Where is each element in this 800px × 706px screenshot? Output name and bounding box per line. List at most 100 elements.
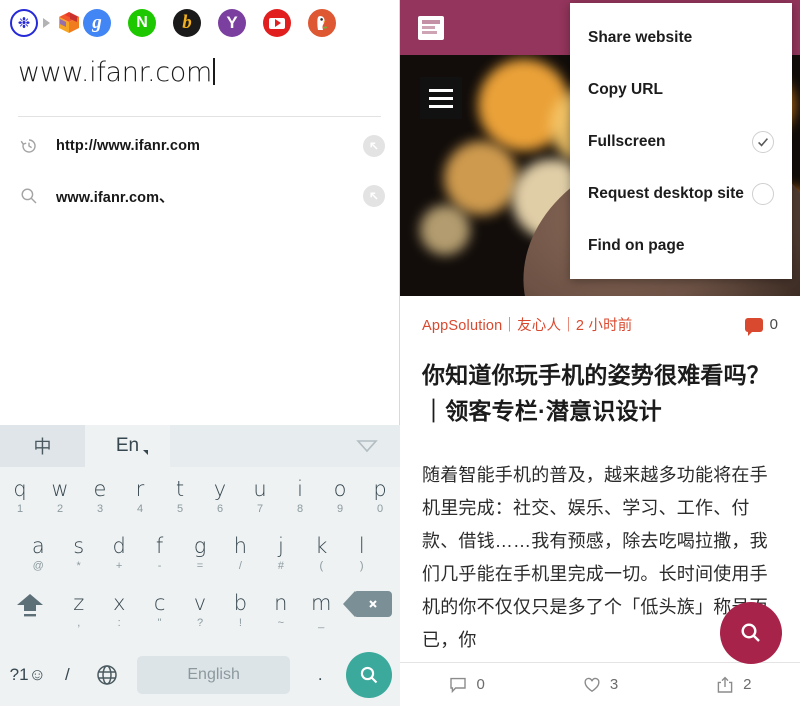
key-i[interactable]: i8 <box>280 473 320 515</box>
tab-corner-indicator-icon <box>143 450 148 455</box>
key-sublabel: ~ <box>277 617 285 629</box>
keyboard-tab-chinese-label: 中 <box>33 437 52 457</box>
key-r[interactable]: r4 <box>120 473 160 515</box>
suggestion-text: www.ifanr.com、 <box>56 189 174 206</box>
keyboard-tab-english-label: En <box>115 435 140 456</box>
engine-yandex-icon[interactable]: Y <box>218 9 246 37</box>
share-action[interactable]: 2 <box>667 675 800 695</box>
slash-key-label: / <box>65 665 70 684</box>
key-l[interactable]: l) <box>342 530 382 572</box>
key-label: k <box>315 534 328 558</box>
key-n[interactable]: n ~ <box>261 587 301 629</box>
menu-item-label: Copy URL <box>588 81 663 98</box>
key-z[interactable]: z, <box>59 587 99 629</box>
key-b[interactable]: b! <box>220 587 260 629</box>
key-c[interactable]: c " <box>139 587 179 629</box>
engine-bing-icon[interactable]: b <box>173 9 201 37</box>
key-m[interactable]: m _ <box>301 587 341 629</box>
key-x[interactable]: x: <box>99 587 139 629</box>
menu-item-find-on-page[interactable]: Find on page <box>570 220 792 272</box>
like-action[interactable]: 3 <box>533 675 666 695</box>
key-label: q <box>13 477 27 501</box>
fullscreen-toggle-checked[interactable] <box>752 131 774 153</box>
desktop-site-toggle-unchecked[interactable] <box>752 183 774 205</box>
key-f[interactable]: f- <box>139 530 179 572</box>
page-blank-area <box>0 221 399 425</box>
comment-filled-icon <box>744 317 763 336</box>
expand-engines-icon[interactable] <box>38 18 55 28</box>
suggestion-item-history[interactable]: http://www.ifanr.com <box>0 121 399 171</box>
search-engine-row: ❉ g N b Y <box>0 0 399 46</box>
backspace-icon <box>342 591 392 617</box>
fill-suggestion-button[interactable] <box>363 185 385 207</box>
article-title: 你知道你玩手机的姿势很难看吗？｜领客专栏·潜意识设计 <box>422 362 770 424</box>
engine-baidu-icon[interactable]: ❉ <box>10 9 38 37</box>
key-sublabel: 3 <box>96 503 104 515</box>
suggestion-text: http://www.ifanr.com <box>56 138 201 154</box>
fill-suggestion-button[interactable] <box>363 135 385 157</box>
share-icon <box>717 676 733 693</box>
keyboard-tab-english[interactable]: En <box>85 425 170 467</box>
comment-action[interactable]: 0 <box>400 675 533 695</box>
bing-b-glyph: b <box>182 12 192 33</box>
key-w[interactable]: w2 <box>40 473 80 515</box>
key-j[interactable]: j # <box>261 530 301 572</box>
menu-item-fullscreen[interactable]: Fullscreen <box>570 116 792 168</box>
key-o[interactable]: o9 <box>320 473 360 515</box>
spacebar-label: English <box>187 666 240 683</box>
symbols-key[interactable]: ?1☺ <box>8 665 48 685</box>
url-bar[interactable]: www.ifanr.com <box>0 46 399 88</box>
window-line-shape <box>422 30 438 34</box>
key-g[interactable]: g = <box>180 530 220 572</box>
engine-google-icon[interactable]: g <box>83 9 111 37</box>
key-sublabel: 1 <box>16 503 24 515</box>
engine-duckduckgo-icon[interactable] <box>308 9 336 37</box>
key-k[interactable]: k( <box>301 530 341 572</box>
key-t[interactable]: t5 <box>160 473 200 515</box>
language-globe-key[interactable] <box>87 663 127 687</box>
key-q[interactable]: q1 <box>0 473 40 515</box>
search-enter-key[interactable] <box>346 652 393 698</box>
key-d[interactable]: d + <box>99 530 139 572</box>
menu-item-copy-url[interactable]: Copy URL <box>570 64 792 116</box>
key-sublabel: 8 <box>296 503 304 515</box>
key-sublabel: " <box>157 617 162 629</box>
suggestion-item-search[interactable]: www.ifanr.com、 <box>0 171 399 221</box>
key-p[interactable]: p0 <box>360 473 400 515</box>
search-icon <box>16 186 42 206</box>
engine-cube-icon[interactable] <box>55 9 83 37</box>
key-label: s <box>73 534 85 558</box>
key-s[interactable]: s * <box>58 530 98 572</box>
key-sublabel: / <box>238 560 242 572</box>
period-key[interactable]: . <box>300 665 340 685</box>
like-action-count: 3 <box>609 676 619 693</box>
keyboard-tab-chinese[interactable]: 中 <box>0 425 85 467</box>
slash-key[interactable]: / <box>48 665 88 685</box>
key-e[interactable]: e3 <box>80 473 120 515</box>
menu-item-request-desktop-site[interactable]: Request desktop site <box>570 168 792 220</box>
symbols-key-label: ?1☺ <box>9 665 46 684</box>
spacebar-key[interactable]: English <box>136 656 291 694</box>
engine-youtube-icon[interactable] <box>263 9 291 37</box>
shift-key[interactable] <box>2 587 59 619</box>
key-v[interactable]: v? <box>180 587 220 629</box>
search-fab-button[interactable] <box>720 602 782 664</box>
keyboard-collapse-area[interactable] <box>170 425 400 467</box>
article-meta-row: AppSolution｜友心人｜2 小时前 0 <box>400 296 800 336</box>
menu-item-share-website[interactable]: Share website <box>570 12 792 64</box>
key-label: l <box>358 534 365 558</box>
key-sublabel: 0 <box>376 503 384 515</box>
keyboard-row-2: a @ s * d + f- g = h / j # k( l) <box>0 530 400 587</box>
key-y[interactable]: y6 <box>200 473 240 515</box>
key-h[interactable]: h / <box>220 530 260 572</box>
article-comment-count[interactable]: 0 <box>744 316 778 336</box>
key-a[interactable]: a @ <box>18 530 58 572</box>
backspace-key[interactable] <box>341 587 398 617</box>
engine-naver-icon[interactable]: N <box>128 9 156 37</box>
hamburger-menu-icon[interactable] <box>420 77 462 119</box>
article-meta[interactable]: AppSolution｜友心人｜2 小时前 <box>422 314 633 335</box>
url-input[interactable]: www.ifanr.com <box>18 54 381 88</box>
key-u[interactable]: u7 <box>240 473 280 515</box>
keyboard-row-3: z, x: c " v? b! n ~ m _ <box>0 587 400 644</box>
article-window-icon[interactable] <box>418 15 444 40</box>
